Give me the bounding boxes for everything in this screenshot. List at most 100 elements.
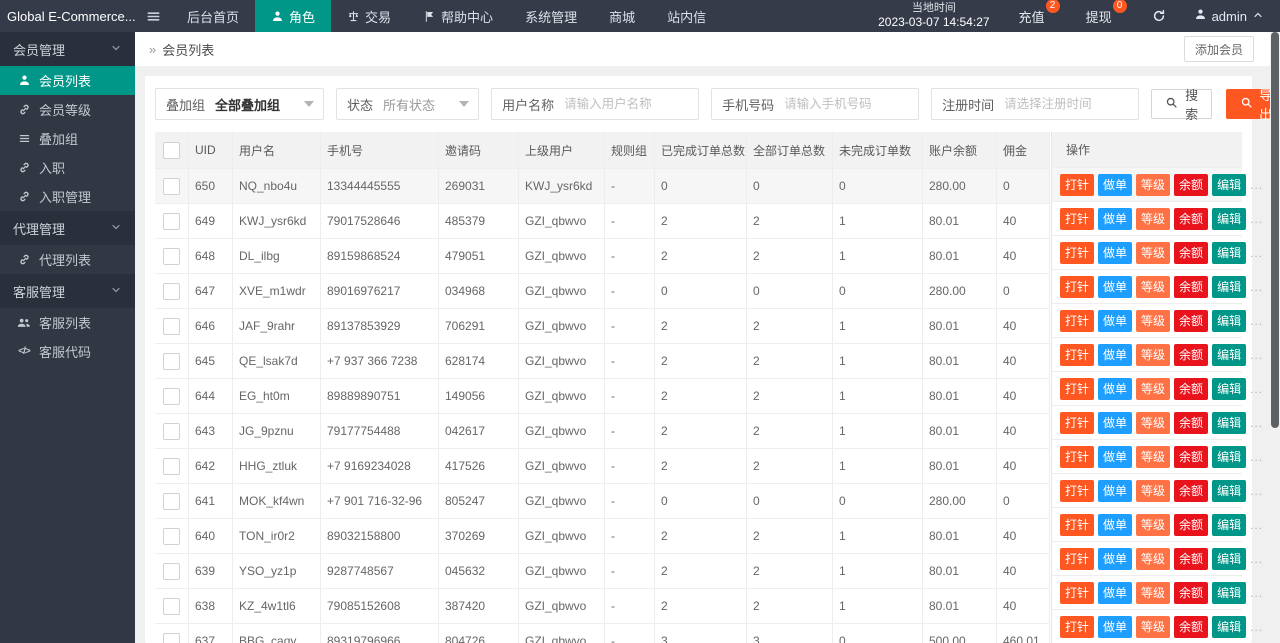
sidebar-item-member-list[interactable]: 会员列表 — [0, 66, 135, 95]
level-button[interactable]: 等级 — [1136, 377, 1171, 400]
edit-button[interactable]: 编辑 — [1212, 411, 1247, 434]
inject-button[interactable]: 打针 — [1060, 377, 1095, 400]
level-button[interactable]: 等级 — [1136, 309, 1171, 332]
order-button[interactable]: 做单 — [1098, 513, 1133, 536]
balance-button[interactable]: 余额 — [1174, 513, 1209, 536]
level-button[interactable]: 等级 — [1136, 207, 1171, 230]
edit-button[interactable]: 编辑 — [1212, 343, 1247, 366]
refresh-icon[interactable] — [1140, 9, 1178, 23]
balance-button[interactable]: 余额 — [1174, 207, 1209, 230]
balance-button[interactable]: 余额 — [1174, 309, 1209, 332]
inject-button[interactable]: 打针 — [1060, 513, 1095, 536]
add-member-button[interactable]: 添加会员 — [1183, 36, 1254, 62]
order-button[interactable]: 做单 — [1098, 479, 1133, 502]
balance-button[interactable]: 余额 — [1174, 173, 1209, 196]
row-checkbox[interactable] — [163, 457, 180, 475]
edit-button[interactable]: 编辑 — [1212, 615, 1247, 638]
balance-button[interactable]: 余额 — [1174, 343, 1209, 366]
balance-button[interactable]: 余额 — [1174, 445, 1209, 468]
edit-button[interactable]: 编辑 — [1212, 547, 1247, 570]
row-checkbox[interactable] — [163, 562, 180, 580]
more-actions-button[interactable]: ... — [1250, 620, 1263, 634]
row-checkbox[interactable] — [163, 352, 180, 370]
inject-button[interactable]: 打针 — [1060, 411, 1095, 434]
balance-button[interactable]: 余额 — [1174, 581, 1209, 604]
edit-button[interactable]: 编辑 — [1212, 241, 1247, 264]
level-button[interactable]: 等级 — [1136, 547, 1171, 570]
username-input[interactable] — [564, 91, 699, 117]
order-button[interactable]: 做单 — [1098, 581, 1133, 604]
more-actions-button[interactable]: ... — [1250, 246, 1263, 260]
top-menu-help-center[interactable]: 帮助中心 — [407, 0, 509, 32]
search-button[interactable]: 搜 索 — [1151, 88, 1213, 122]
top-menu-roles[interactable]: 角色 — [255, 0, 332, 32]
inject-button[interactable]: 打针 — [1060, 275, 1095, 298]
select-all-checkbox[interactable] — [163, 141, 180, 159]
balance-button[interactable]: 余额 — [1174, 241, 1209, 264]
withdraw-link[interactable]: 提现 0 — [1073, 0, 1140, 26]
sidebar-group-service-management[interactable]: 客服管理 — [0, 274, 135, 308]
more-actions-button[interactable]: ... — [1250, 450, 1263, 464]
order-button[interactable]: 做单 — [1098, 343, 1133, 366]
level-button[interactable]: 等级 — [1136, 513, 1171, 536]
page-scrollbar[interactable] — [1270, 32, 1280, 643]
edit-button[interactable]: 编辑 — [1212, 479, 1247, 502]
inject-button[interactable]: 打针 — [1060, 343, 1095, 366]
level-button[interactable]: 等级 — [1136, 411, 1171, 434]
sidebar-group-member-management[interactable]: 会员管理 — [0, 32, 135, 66]
level-button[interactable]: 等级 — [1136, 173, 1171, 196]
sidebar-item-onboarding[interactable]: 入职 — [0, 153, 135, 182]
more-actions-button[interactable]: ... — [1250, 416, 1263, 430]
sidebar-item-service-list[interactable]: 客服列表 — [0, 308, 135, 337]
edit-button[interactable]: 编辑 — [1212, 581, 1247, 604]
status-select[interactable]: 状态 所有状态 — [336, 88, 480, 120]
level-button[interactable]: 等级 — [1136, 479, 1171, 502]
inject-button[interactable]: 打针 — [1060, 547, 1095, 570]
page-scrollbar-thumb[interactable] — [1271, 32, 1279, 428]
edit-button[interactable]: 编辑 — [1212, 173, 1247, 196]
edit-button[interactable]: 编辑 — [1212, 309, 1247, 332]
balance-button[interactable]: 余额 — [1174, 615, 1209, 638]
sidebar-group-agent-management[interactable]: 代理管理 — [0, 211, 135, 245]
balance-button[interactable]: 余额 — [1174, 377, 1209, 400]
row-checkbox[interactable] — [163, 317, 180, 335]
more-actions-button[interactable]: ... — [1250, 586, 1263, 600]
sidebar-item-service-code[interactable]: </> 客服代码 — [0, 337, 135, 366]
edit-button[interactable]: 编辑 — [1212, 275, 1247, 298]
level-button[interactable]: 等级 — [1136, 581, 1171, 604]
balance-button[interactable]: 余额 — [1174, 547, 1209, 570]
row-checkbox[interactable] — [163, 492, 180, 510]
order-button[interactable]: 做单 — [1098, 547, 1133, 570]
balance-button[interactable]: 余额 — [1174, 411, 1209, 434]
row-checkbox[interactable] — [163, 177, 180, 195]
row-checkbox[interactable] — [163, 632, 180, 643]
edit-button[interactable]: 编辑 — [1212, 377, 1247, 400]
hamburger-icon[interactable] — [135, 0, 171, 32]
level-button[interactable]: 等级 — [1136, 615, 1171, 638]
order-button[interactable]: 做单 — [1098, 309, 1133, 332]
more-actions-button[interactable]: ... — [1250, 178, 1263, 192]
sidebar-item-agent-list[interactable]: 代理列表 — [0, 245, 135, 274]
level-button[interactable]: 等级 — [1136, 445, 1171, 468]
top-menu-mall[interactable]: 商城 — [593, 0, 651, 32]
top-menu-system[interactable]: 系统管理 — [509, 0, 593, 32]
overlay-group-select[interactable]: 叠加组 全部叠加组 — [155, 88, 325, 120]
order-button[interactable]: 做单 — [1098, 377, 1133, 400]
row-checkbox[interactable] — [163, 597, 180, 615]
balance-button[interactable]: 余额 — [1174, 479, 1209, 502]
more-actions-button[interactable]: ... — [1250, 518, 1263, 532]
user-menu[interactable]: admin — [1178, 8, 1280, 24]
more-actions-button[interactable]: ... — [1250, 552, 1263, 566]
regtime-input[interactable] — [1004, 91, 1139, 117]
order-button[interactable]: 做单 — [1098, 207, 1133, 230]
more-actions-button[interactable]: ... — [1250, 382, 1263, 396]
inject-button[interactable]: 打针 — [1060, 207, 1095, 230]
inject-button[interactable]: 打针 — [1060, 241, 1095, 264]
level-button[interactable]: 等级 — [1136, 275, 1171, 298]
order-button[interactable]: 做单 — [1098, 241, 1133, 264]
top-menu-messages[interactable]: 站内信 — [651, 0, 722, 32]
top-menu-trade[interactable]: 交易 — [331, 0, 407, 32]
row-checkbox[interactable] — [163, 282, 180, 300]
row-checkbox[interactable] — [163, 387, 180, 405]
row-checkbox[interactable] — [163, 247, 180, 265]
